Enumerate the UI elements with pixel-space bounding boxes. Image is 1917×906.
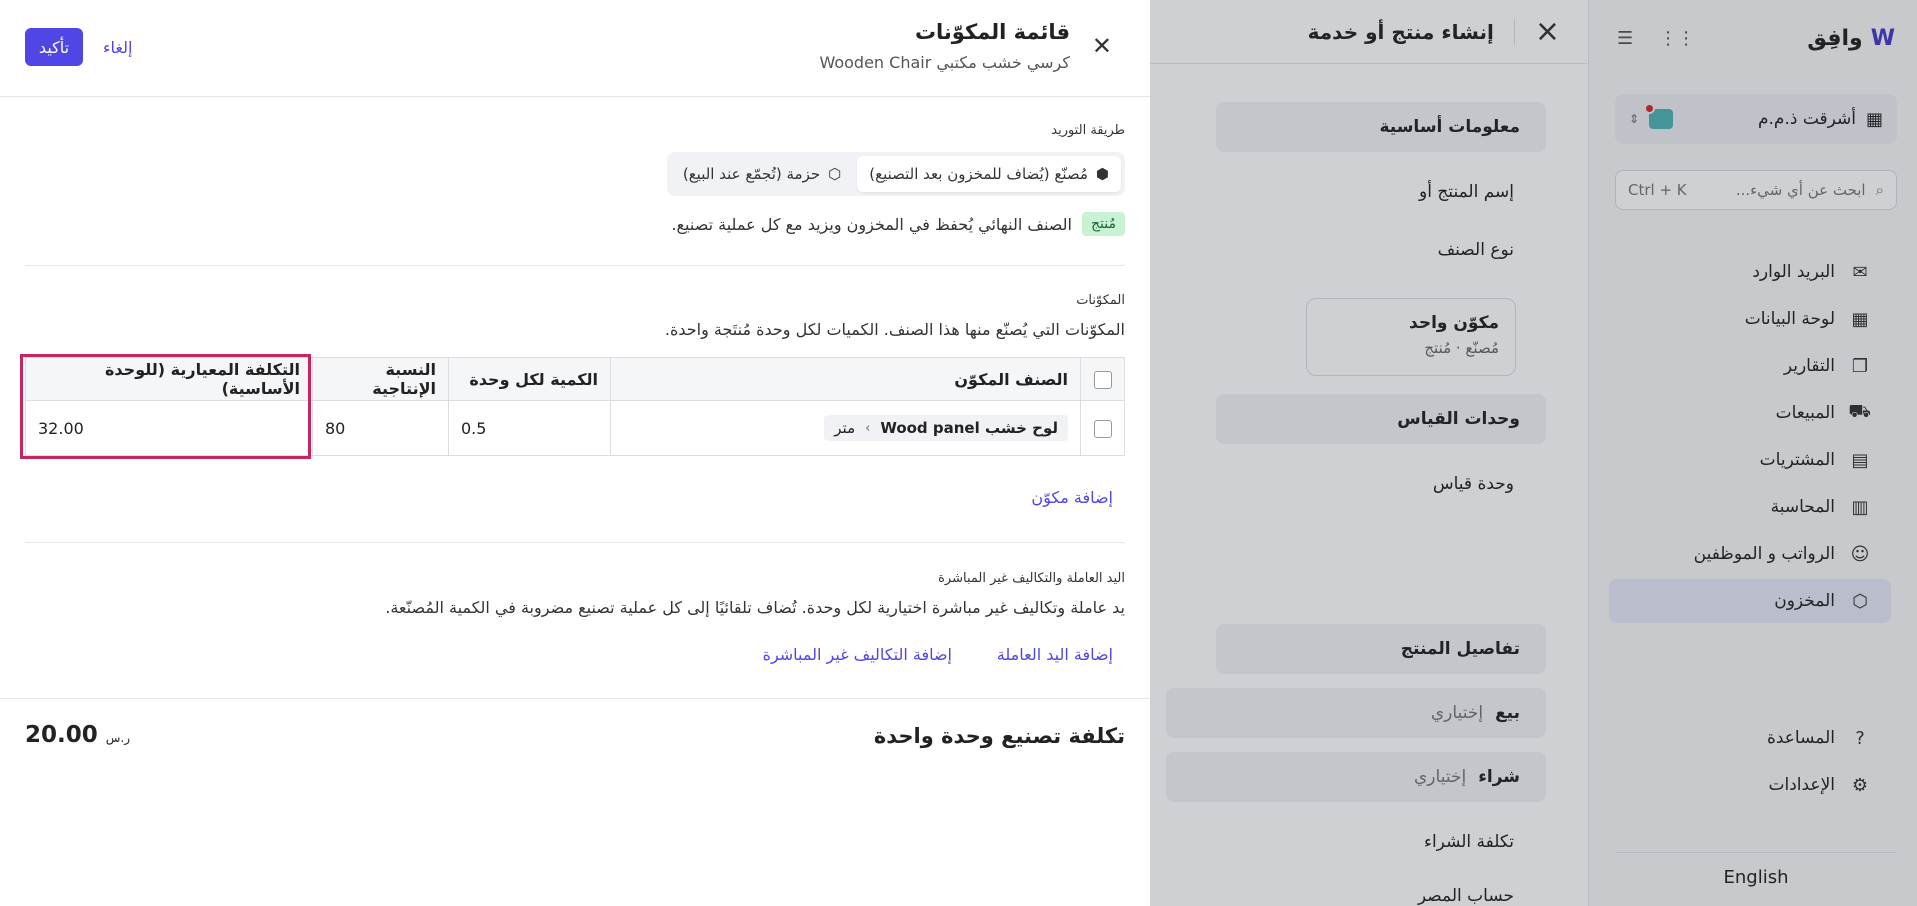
- supply-option-bundle[interactable]: ⬡ حزمة (تُجمّع عند البيع): [671, 156, 853, 192]
- unit-cost-value: ر.س 20.00: [25, 722, 130, 748]
- supply-method-caption: طريقة التوريد: [1051, 123, 1125, 138]
- confirm-button[interactable]: تأكيد: [25, 28, 83, 66]
- component-item-name: لوح خشب Wood panel: [880, 419, 1058, 437]
- components-description: المكوّنات التي يُصنّع منها هذا الصنف. ال…: [664, 320, 1125, 339]
- cubes-icon: ⬢: [1095, 165, 1109, 183]
- components-caption: المكوّنات: [1076, 293, 1125, 308]
- component-unit: متر: [834, 419, 856, 437]
- select-all-checkbox-cell: [1080, 357, 1125, 401]
- row-checkbox-cell: [1080, 400, 1125, 456]
- divider: [25, 542, 1125, 543]
- package-icon: ⬡: [828, 165, 842, 183]
- col-qty-per-unit: الكمية لكل وحدة: [448, 357, 611, 401]
- product-badge: مُنتج: [1082, 212, 1125, 236]
- labor-caption: اليد العاملة والتكاليف غير المباشرة: [938, 571, 1125, 586]
- component-item-cell[interactable]: لوح خشب Wood panel › متر: [610, 400, 1081, 456]
- bom-header: ✕ قائمة المكوّنات كرسي خشب مكتبي Wooden …: [0, 0, 1150, 97]
- bom-title: قائمة المكوّنات: [914, 20, 1070, 44]
- divider: [25, 265, 1125, 266]
- currency-symbol: ر.س: [105, 731, 131, 745]
- chevron-icon: ›: [865, 420, 871, 436]
- footer-divider: [0, 698, 1150, 699]
- product-badge-row: مُنتج الصنف النهائي يُحفظ في المخزون ويز…: [671, 212, 1125, 236]
- bom-subtitle: كرسي خشب مكتبي Wooden Chair: [819, 53, 1070, 72]
- highlight-box: [20, 354, 311, 459]
- labor-description: يد عاملة وتكاليف غير مباشرة اختيارية لكل…: [385, 598, 1125, 617]
- row-checkbox[interactable]: [1093, 419, 1112, 438]
- unit-cost-amount: 20.00: [25, 722, 98, 748]
- cancel-button[interactable]: إلغاء: [103, 38, 132, 57]
- supply-option-label: حزمة (تُجمّع عند البيع): [682, 165, 821, 183]
- modal-backdrop[interactable]: [1150, 0, 1917, 906]
- supply-option-manufactured[interactable]: ⬢ مُصنّع (يُضاف للمخزون بعد التصنيع): [857, 156, 1121, 192]
- add-labor-link[interactable]: إضافة اليد العاملة: [997, 645, 1113, 664]
- col-component-item: الصنف المكوّن: [610, 357, 1081, 401]
- badge-description: الصنف النهائي يُحفظ في المخزون ويزيد مع …: [671, 214, 1072, 234]
- close-icon[interactable]: ✕: [1092, 32, 1112, 60]
- component-item-chip[interactable]: لوح خشب Wood panel › متر: [824, 415, 1068, 441]
- supply-method-toggle: ⬢ مُصنّع (يُضاف للمخزون بعد التصنيع) ⬡ ح…: [666, 152, 1125, 196]
- add-component-link[interactable]: إضافة مكوّن: [1031, 488, 1113, 507]
- qty-per-unit-cell[interactable]: 0.5: [448, 400, 611, 456]
- col-yield: النسبة الإنتاجية: [312, 357, 449, 401]
- unit-cost-label: تكلفة تصنيع وحدة واحدة: [873, 724, 1125, 748]
- add-overhead-link[interactable]: إضافة التكاليف غير المباشرة: [763, 645, 952, 664]
- bom-panel: ✕ قائمة المكوّنات كرسي خشب مكتبي Wooden …: [0, 0, 1150, 906]
- supply-option-label: مُصنّع (يُضاف للمخزون بعد التصنيع): [869, 165, 1088, 183]
- select-all-checkbox[interactable]: [1093, 370, 1112, 389]
- yield-cell[interactable]: 80: [312, 400, 449, 456]
